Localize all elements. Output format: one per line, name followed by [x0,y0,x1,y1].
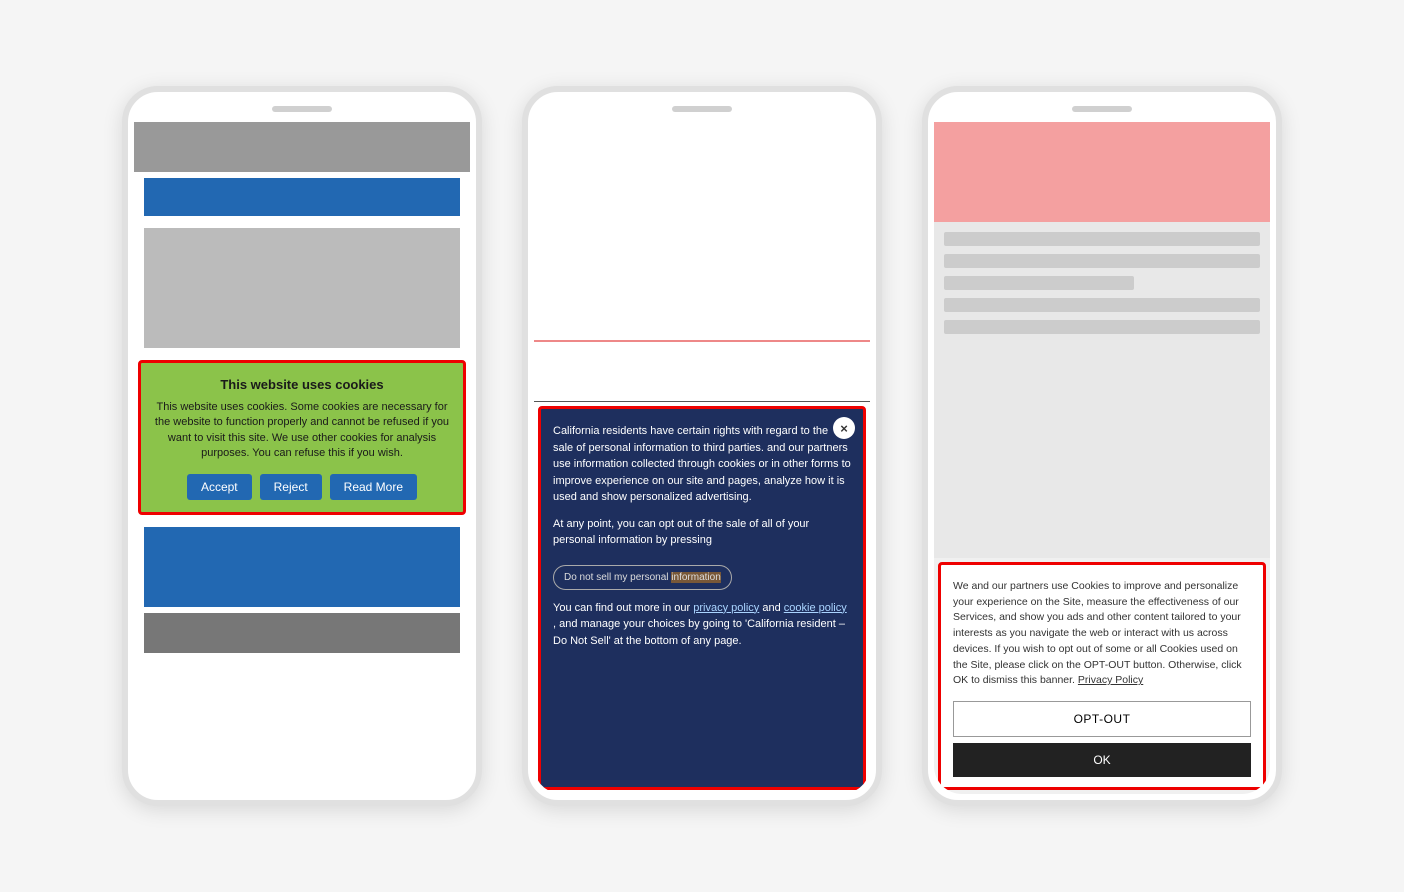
phone-2: × California residents have certain righ… [522,86,882,806]
phone-1: This website uses cookies This website u… [122,86,482,806]
phone2-cookie-banner: × California residents have certain righ… [538,406,866,790]
phone-3-screen: We and our partners use Cookies to impro… [934,122,1270,794]
p3-line1 [944,232,1260,246]
phone2-cookie-link[interactable]: cookie policy [784,602,847,614]
phone2-close-button[interactable]: × [833,417,855,439]
phone1-buttons: Accept Reject Read More [151,474,453,500]
phone3-content: We and our partners use Cookies to impro… [934,122,1270,794]
phone1-cookie-title: This website uses cookies [151,377,453,392]
phone1-accept-button[interactable]: Accept [187,474,252,500]
phone2-dont-sell-button[interactable]: Do not sell my personal information [553,565,732,590]
phone3-cookie-text: We and our partners use Cookies to impro… [953,579,1251,689]
p1-bottom-blue [144,527,460,607]
dont-sell-label: Do not sell my personal information [564,572,721,583]
phone-1-screen: This website uses cookies This website u… [134,122,470,794]
p3-gray-lines [934,222,1270,558]
p3-line5 [944,320,1260,334]
phone2-body3: At any point, you can opt out of the sal… [553,516,851,549]
p2-white-area2 [534,342,870,402]
phone2-content: × California residents have certain righ… [534,122,870,794]
phone2-body1: California residents have certain rights… [553,423,851,506]
p2-white-area [534,122,870,342]
phone1-cookie-text: This website uses cookies. Some cookies … [151,400,453,462]
p1-blue-bar [144,178,460,216]
phone1-content: This website uses cookies This website u… [134,122,470,794]
phone2-body4: You can find out more in our privacy pol… [553,600,851,650]
phone1-cookie-banner: This website uses cookies This website u… [138,360,466,515]
phone1-reject-button[interactable]: Reject [260,474,322,500]
phone3-opt-out-button[interactable]: OPT-OUT [953,701,1251,737]
phone3-ok-button[interactable]: OK [953,743,1251,777]
p1-bottom-gray [144,613,460,653]
phone3-cookie-banner: We and our partners use Cookies to impro… [938,562,1266,790]
p3-pink-block [934,122,1270,222]
p3-line2 [944,254,1260,268]
phone2-privacy-link[interactable]: privacy policy [693,602,759,614]
p1-gray-block [144,228,460,348]
phones-container: This website uses cookies This website u… [82,46,1322,846]
p1-top-placeholder [134,122,470,172]
phone-2-screen: × California residents have certain righ… [534,122,870,794]
p3-line3 [944,276,1134,290]
phone1-read-more-button[interactable]: Read More [330,474,417,500]
phone-3: We and our partners use Cookies to impro… [922,86,1282,806]
p3-line4 [944,298,1260,312]
phone3-privacy-link[interactable]: Privacy Policy [1078,674,1143,686]
